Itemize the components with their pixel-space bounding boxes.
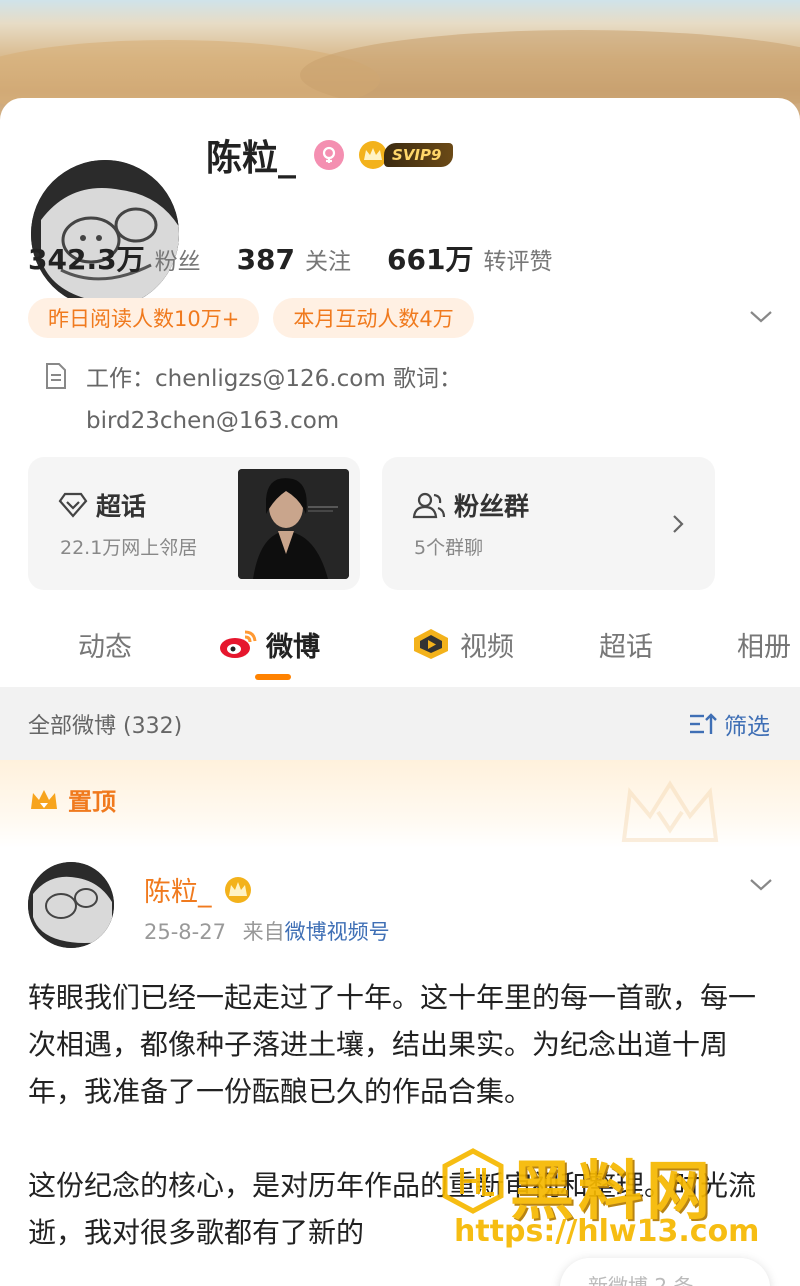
active-tab-indicator [255, 674, 291, 680]
post-author-row[interactable]: 陈粒_ [144, 870, 256, 909]
fan-group-sub: 5个群聊 [414, 537, 484, 559]
post-author-avatar[interactable] [28, 862, 114, 948]
crown-icon [31, 789, 57, 809]
fan-group-tile[interactable]: 粉丝群 5个群聊 [382, 457, 715, 590]
post-paragraph: 这份纪念的核心，是对历年作品的重新审视和整理。时光流逝，我对很多歌都有了新的 [28, 1169, 757, 1249]
post-body: 转眼我们已经一起走过了十年。这十年里的每一首歌，每一次相遇，都像种子落进土壤，结… [28, 974, 772, 1286]
super-topic-tile[interactable]: 超话 22.1万网上邻居 [28, 457, 360, 590]
tab-weibo[interactable]: 微博 [218, 626, 320, 663]
post-date: 25-8-27 [144, 920, 226, 944]
people-icon [412, 492, 446, 519]
profile-name: 陈粒_ [206, 138, 297, 179]
tab-super-topic[interactable]: 超话 [599, 626, 653, 663]
tab-video[interactable]: 视频 [410, 626, 514, 663]
data-pills: 昨日阅读人数10万+ 本月互动人数4万 [28, 298, 488, 338]
svip-badge[interactable]: SVIP9 [356, 140, 454, 170]
super-topic-photo [238, 469, 349, 579]
stat-value: 661万 [387, 243, 474, 276]
stat-followers[interactable]: 342.3万 粉丝 [28, 238, 201, 278]
female-icon [314, 140, 345, 170]
svip-level: SVIP9 [384, 143, 454, 167]
diamond-icon [58, 492, 88, 518]
filter-label: 筛选 [724, 713, 770, 740]
profile-info: 工作：chenligzs@126.com 歌词： bird23chen@163.… [44, 358, 764, 448]
crown-icon [224, 876, 251, 903]
crown-watermark-icon [621, 780, 719, 842]
pinned-label: 置顶 [68, 788, 116, 816]
filter-bar: 全部微博 (332) 筛选 [0, 687, 800, 760]
profile-avatar[interactable] [27, 156, 183, 312]
pill-monthly-interactions[interactable]: 本月互动人数4万 [273, 298, 474, 338]
tab-updates[interactable]: 动态 [78, 626, 132, 663]
pinned-section: 置顶 [0, 760, 800, 848]
post-source-link[interactable]: 微博视频号 [285, 920, 390, 944]
tab-album[interactable]: 相册 [737, 626, 791, 663]
profile-stats: 342.3万 粉丝 387 关注 661万 转评赞 [28, 238, 588, 278]
stat-label: 粉丝 [154, 249, 201, 275]
stat-following[interactable]: 387 关注 [237, 242, 351, 276]
all-posts-count: 全部微博 (332) [28, 713, 183, 739]
profile-name-row: 陈粒_ SVIP9 [206, 130, 454, 180]
weibo-logo-icon [220, 630, 257, 658]
post-author-name: 陈粒_ [144, 877, 212, 908]
super-topic-title: 超话 [96, 492, 147, 521]
stat-label: 转评赞 [483, 249, 553, 275]
chevron-down-icon[interactable] [748, 874, 774, 894]
stat-value: 342.3万 [28, 243, 145, 276]
post-paragraph: 转眼我们已经一起走过了十年。这十年里的每一首歌，每一次相遇，都像种子落进土壤，结… [28, 981, 757, 1108]
filter-button[interactable]: 筛选 [688, 707, 770, 741]
info-work-text: 工作：chenligzs@126.com 歌词： [86, 366, 463, 392]
fan-group-title: 粉丝群 [454, 492, 530, 521]
stat-label: 关注 [305, 249, 352, 275]
tab-weibo-label: 微博 [266, 631, 320, 663]
chevron-down-icon[interactable] [748, 306, 774, 326]
post-from-prefix: 来自 [242, 920, 285, 944]
pill-yesterday-readers[interactable]: 昨日阅读人数10万+ [28, 298, 260, 338]
new-posts-badge[interactable]: 新微博 2 条 [560, 1258, 770, 1286]
super-topic-sub: 22.1万网上邻居 [60, 537, 198, 559]
tab-video-label: 视频 [460, 631, 514, 663]
content-tabs: 动态 微博 视频 超话 相册 [0, 612, 800, 688]
document-icon [46, 363, 66, 389]
profile-card: 陈粒_ SVIP9 342.3万 粉丝 387 关注 661万 转评赞 昨日阅读… [0, 98, 800, 1286]
filter-icon [690, 712, 717, 734]
post-meta: 25-8-27 来自微博视频号 [144, 916, 390, 946]
video-icon [414, 629, 448, 659]
stat-interactions[interactable]: 661万 转评赞 [387, 238, 552, 278]
stat-value: 387 [236, 243, 296, 276]
chevron-right-icon [673, 515, 684, 533]
info-lyrics-email: bird23chen@163.com [86, 408, 340, 434]
